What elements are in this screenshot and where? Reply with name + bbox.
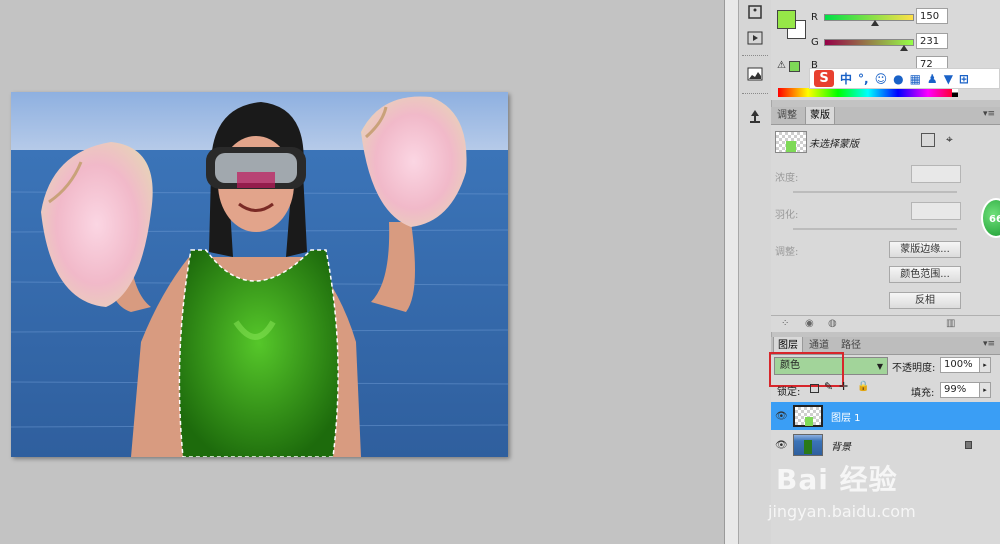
ime-skin-icon[interactable]: ▼ [944,72,953,86]
panel-menu-icon[interactable]: ▾≡ [983,109,995,119]
channel-g-thumb[interactable] [900,45,908,51]
density-label: 浓度: [775,173,799,184]
delete-mask-icon[interactable]: ▥ [946,319,956,329]
ime-punctuation-icon[interactable]: °, [858,72,869,86]
masks-panel: 调整 蒙版 ▾≡ 未选择蒙版 ⌖ 浓度: 羽化: 调整: 蒙版边缘... 颜色范… [771,107,1000,332]
layer-lock-icon [965,441,972,449]
feather-label: 羽化: [775,210,799,221]
fill-arrow-icon[interactable]: ▸ [979,382,991,398]
document-canvas[interactable] [0,0,724,544]
lock-all-icon[interactable]: 🔒 [857,381,869,392]
chevron-down-icon: ▼ [876,362,883,371]
histogram-icon[interactable] [743,62,767,86]
foreground-color-swatch[interactable] [777,10,796,29]
mask-edge-button[interactable]: 蒙版边缘... [889,241,961,258]
opacity-input[interactable]: 100% [940,357,980,373]
lock-label: 锁定: [777,387,801,398]
feather-value [911,202,961,220]
channel-r-slider[interactable] [824,14,914,21]
masks-footer: ⁘ ◉ ◍ ▥ [771,315,1000,333]
eye-icon[interactable]: 👁 [775,411,788,422]
eye-icon[interactable]: 👁 [775,440,788,451]
tab-masks[interactable]: 蒙版 [805,107,835,124]
layer-row-background[interactable]: 👁 背景 [771,431,1000,459]
masks-tabbar: 调整 蒙版 ▾≡ [771,107,1000,125]
ime-microphone-icon[interactable]: ● [893,72,903,86]
tool-separator [742,55,768,58]
channel-g-label: G [811,37,819,48]
visibility-icon[interactable]: ◍ [828,319,838,329]
color-spectrum-ramp[interactable] [778,88,958,97]
photo-illustration [11,92,508,457]
density-value [911,165,961,183]
layer-name[interactable]: 背景 [831,438,851,453]
lock-pixels-icon[interactable]: ✎ [824,380,833,393]
opacity-arrow-icon[interactable]: ▸ [979,357,991,373]
density-slider [793,191,957,193]
spectrum-black-white[interactable] [952,88,958,97]
ime-user-icon[interactable]: ♟ [927,72,938,86]
invert-button[interactable]: 反相 [889,292,961,309]
channel-r-label: R [811,12,818,23]
feather-slider [793,228,957,230]
ime-chinese-mode[interactable]: 中 [840,70,852,87]
layer-row-1[interactable]: 👁 图层 1 [771,402,1000,430]
channel-g-value[interactable]: 231 [916,33,948,49]
channel-r-value[interactable]: 150 [916,8,948,24]
apply-mask-icon[interactable]: ◉ [805,319,815,329]
gamut-warning-icon[interactable]: ⚠ [777,60,786,71]
layer-name[interactable]: 图层 1 [831,409,861,424]
clone-source-icon[interactable] [743,104,767,128]
lock-transparency-icon[interactable] [810,384,819,393]
tool-separator [742,93,768,96]
mask-title: 未选择蒙版 [809,139,859,150]
layers-panel-menu-icon[interactable]: ▾≡ [983,339,995,349]
load-selection-icon[interactable]: ⁘ [781,319,791,329]
ime-keyboard-icon[interactable]: ▦ [910,72,921,86]
gamut-swatch[interactable] [789,61,800,72]
layer-thumbnail[interactable] [793,405,823,427]
sogou-logo-icon[interactable]: S [814,70,834,87]
info-icon[interactable] [743,0,767,24]
fill-input[interactable]: 99% [940,382,980,398]
lock-position-icon[interactable]: ✛ [839,380,848,393]
adjust-label: 调整: [775,247,799,258]
fill-label: 填充: [911,388,935,399]
ime-grid-icon[interactable]: ⊞ [959,72,969,86]
panel-gutter [724,0,739,544]
opacity-label: 不透明度: [892,363,936,374]
actions-play-icon[interactable] [743,26,767,50]
mask-thumbnail[interactable] [775,131,807,153]
document-image[interactable] [11,92,508,457]
layers-panel: 图层 通道 路径 ▾≡ 颜色 ▼ 不透明度: 100% ▸ 锁定: ✎ ✛ 🔒 … [769,337,1000,544]
channel-r-thumb[interactable] [871,20,879,26]
vector-mask-icon[interactable]: ⌖ [946,132,953,147]
panel-icon-strip [738,0,772,544]
color-range-button[interactable]: 颜色范围... [889,266,961,283]
layer-thumbnail[interactable] [793,434,823,456]
pixel-mask-icon[interactable] [921,133,935,147]
ime-toolbar: S 中 °, ☺ ● ▦ ♟ ▼ ⊞ [809,68,1000,89]
tab-adjustments[interactable]: 调整 [773,107,801,124]
ime-emoji-icon[interactable]: ☺ [875,72,888,86]
